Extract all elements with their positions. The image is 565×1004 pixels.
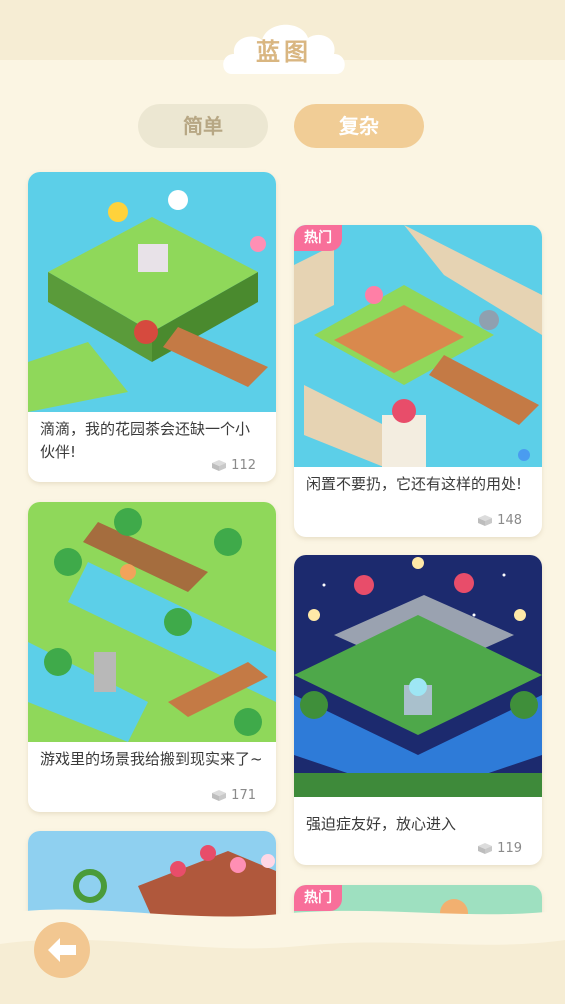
- card-count-value: 171: [231, 788, 256, 803]
- back-button[interactable]: [34, 922, 90, 978]
- card-count-value: 148: [497, 513, 522, 528]
- hot-badge: 热门: [294, 225, 342, 251]
- card-thumbnail: [294, 225, 542, 467]
- card-title: 游戏里的场景我给搬到现实来了~: [40, 750, 263, 768]
- card-thumbnail: [294, 555, 542, 797]
- blueprint-card[interactable]: 滴滴，我的花园茶会还缺一个小伙伴! 112: [28, 172, 276, 482]
- card-title: 强迫症友好，放心进入: [306, 815, 457, 833]
- block-icon: [212, 790, 227, 801]
- card-thumbnail: [28, 502, 276, 742]
- tab-complex[interactable]: 复杂: [294, 104, 424, 148]
- card-title: 闲置不要扔，它还有这样的用处!: [306, 475, 523, 493]
- card-count-value: 119: [497, 841, 522, 856]
- block-icon: [212, 460, 227, 471]
- card-count: 148: [477, 513, 522, 528]
- blueprint-card[interactable]: 热门 闲置不要扔，它还有这样的用处! 148: [294, 225, 542, 537]
- card-count: 119: [477, 841, 522, 856]
- card-thumbnail: [28, 172, 276, 412]
- page-title: 蓝图: [256, 38, 312, 66]
- card-count: 171: [211, 788, 256, 803]
- card-count: 112: [211, 458, 256, 473]
- block-icon: [478, 843, 493, 854]
- blueprint-card[interactable]: 游戏里的场景我给搬到现实来了~ 171: [28, 502, 276, 812]
- blueprint-card[interactable]: 强迫症友好，放心进入 119: [294, 555, 542, 865]
- card-count-value: 112: [231, 458, 256, 473]
- tab-simple[interactable]: 简单: [138, 104, 268, 148]
- block-icon: [478, 515, 493, 526]
- arrow-left-icon: [48, 938, 76, 962]
